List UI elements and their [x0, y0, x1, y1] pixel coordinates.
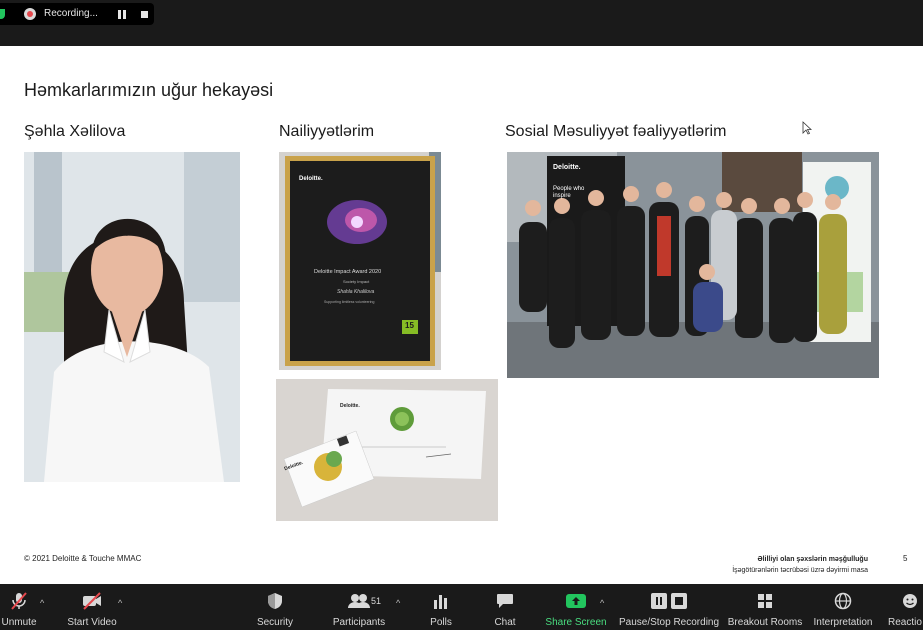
award-recipient: Shahla Khalilova: [337, 289, 375, 295]
group-volunteering-photo: Deloitte. People who inspire: [507, 152, 879, 378]
mouse-cursor-icon: [802, 121, 812, 135]
video-options-chevron-icon[interactable]: ^: [118, 598, 122, 608]
reactions-button[interactable]: Reactio: [888, 584, 923, 630]
participants-count: 51: [371, 596, 382, 606]
meeting-top-bar: Recording...: [0, 0, 923, 46]
pause-recording-button[interactable]: [118, 10, 127, 19]
interpretation-button[interactable]: Interpretation: [812, 584, 874, 630]
thank-you-cards-photo: Deloitte. Deloitte.: [276, 379, 498, 521]
share-screen-icon: [565, 591, 587, 611]
footer-line-1: Əlilliyi olan şəxslərin məşğulluğu: [757, 556, 868, 563]
award-description: Supporting limitless volunteering: [324, 300, 375, 304]
column-heading-social: Sosial Məsuliyyət fəaliyyətlərim: [505, 123, 727, 140]
award-subtitle: Society Impact: [343, 279, 370, 284]
breakout-rooms-icon: [754, 591, 776, 611]
encryption-shield-icon: [0, 9, 5, 19]
start-video-button[interactable]: Start Video: [66, 584, 118, 630]
participants-button[interactable]: Participants: [330, 584, 388, 630]
muted-microphone-icon: [8, 591, 30, 611]
chat-button[interactable]: Chat: [490, 584, 520, 630]
recording-dot-icon: [24, 8, 36, 20]
recording-label: Recording...: [44, 8, 98, 19]
column-heading-achievements: Nailiyyətlərim: [279, 123, 375, 140]
smiley-add-icon: [900, 591, 922, 611]
slide-footer-caption: Əlilliyi olan şəxslərin məşğulluğu İşəgö…: [732, 554, 868, 576]
audio-options-chevron-icon[interactable]: ^: [40, 598, 44, 608]
pause-stop-recording-button[interactable]: Pause/Stop Recording: [619, 584, 719, 630]
bar-chart-icon: [430, 591, 452, 611]
breakout-rooms-button[interactable]: Breakout Rooms: [728, 584, 802, 630]
copyright-text: © 2021 Deloitte & Touche MMAC: [24, 554, 142, 563]
award-title: Deloitte Impact Award 2020: [314, 269, 382, 275]
shield-icon: [264, 591, 286, 611]
pause-stop-icon: [649, 591, 689, 611]
security-button[interactable]: Security: [252, 584, 298, 630]
column-heading-name: Şəhla Xəlilova: [24, 123, 126, 140]
shared-slide: Həmkarlarımızın uğur hekayəsi Şəhla Xəli…: [0, 46, 923, 584]
globe-icon: [832, 591, 854, 611]
award-badge: 15: [405, 321, 414, 330]
banner-text: People who inspire: [553, 186, 585, 199]
portrait-photo: [24, 152, 240, 482]
participants-options-chevron-icon[interactable]: ^: [396, 598, 400, 608]
video-off-icon: [81, 591, 103, 611]
meeting-toolbar: Unmute ^ Start Video ^ Security Particip…: [0, 584, 923, 630]
polls-button[interactable]: Polls: [424, 584, 458, 630]
share-options-chevron-icon[interactable]: ^: [600, 598, 604, 608]
card-brand: Deloitte.: [340, 403, 360, 409]
banner-brand: Deloitte.: [553, 164, 581, 171]
recording-indicator: Recording...: [0, 3, 154, 25]
slide-title: Həmkarlarımızın uğur hekayəsi: [24, 80, 274, 100]
award-brand: Deloitte.: [299, 176, 323, 182]
unmute-button[interactable]: Unmute: [0, 584, 38, 630]
footer-line-2: İşəgötürənlərin təcrübəsi üzrə dəyirmi m…: [732, 567, 868, 574]
award-certificate-photo: Deloitte. Deloitte Impact Award 2020 Soc…: [279, 152, 441, 370]
chat-bubble-icon: [494, 591, 516, 611]
stop-recording-button[interactable]: [141, 11, 148, 18]
share-screen-button[interactable]: Share Screen: [545, 584, 607, 630]
participants-icon: [348, 591, 370, 611]
page-number: 5: [903, 554, 908, 563]
